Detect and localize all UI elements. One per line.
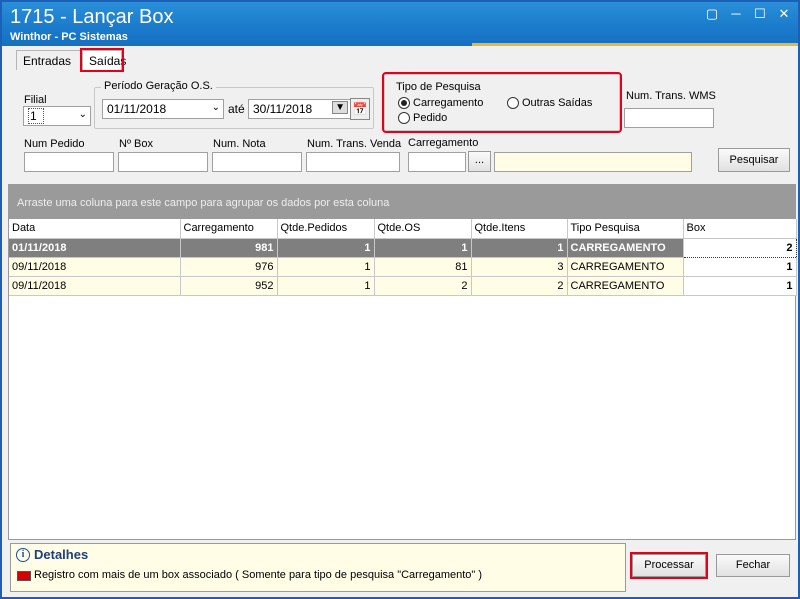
cell-qtde-pedidos[interactable]: 1	[277, 276, 375, 296]
date-to-value: 30/11/2018	[253, 102, 313, 116]
tipo-pesquisa-label: Tipo de Pesquisa	[396, 81, 481, 93]
filial-value: 1	[28, 108, 44, 124]
processar-button[interactable]: Processar	[630, 552, 708, 579]
periodo-label: Período Geração O.S.	[101, 80, 216, 92]
window-title: 1715 - Lançar Box	[10, 6, 174, 28]
chevron-down-icon[interactable]: ⌄	[79, 109, 87, 120]
chevron-down-icon[interactable]: ▼	[332, 101, 348, 114]
date-from-value: 01/11/2018	[107, 102, 167, 116]
radio-outras-label: Outras Saídas	[522, 97, 593, 109]
details-panel: i Detalhes Registro com mais de um box a…	[10, 543, 626, 592]
title-accent-line	[472, 43, 798, 46]
column-header-data[interactable]: Data	[9, 219, 181, 239]
cell-box[interactable]: 1	[683, 276, 797, 296]
num-nota-label: Num. Nota	[213, 138, 266, 150]
minimize-icon[interactable]: ─	[728, 7, 744, 21]
column-header-tipo-pesquisa[interactable]: Tipo Pesquisa	[567, 219, 684, 239]
cell-qtde-os[interactable]: 1	[374, 238, 472, 258]
details-title: Detalhes	[34, 547, 89, 562]
column-header-qtde-os[interactable]: Qtde.OS	[374, 219, 472, 239]
radio-off-icon	[398, 112, 410, 124]
date-to-input[interactable]: 30/11/2018 ▼	[248, 99, 352, 119]
radio-outras-saidas[interactable]: Outras Saídas	[507, 97, 592, 109]
cell-box[interactable]: 1	[683, 257, 797, 277]
legend-text: Registro com mais de um box associado ( …	[34, 569, 483, 581]
tab-entradas[interactable]: Entradas	[16, 50, 82, 70]
radio-pedido[interactable]: Pedido	[398, 112, 447, 124]
cell-box[interactable]: 2	[682, 237, 797, 258]
cell-qtde-os[interactable]: 81	[374, 257, 472, 277]
window-subtitle: Winthor - PC Sistemas	[10, 31, 128, 43]
tab-saidas[interactable]: Saídas	[80, 48, 126, 72]
carregamento-description	[494, 152, 692, 172]
maximize-icon[interactable]: ☐	[752, 7, 768, 21]
num-box-input[interactable]	[118, 152, 208, 172]
cell-carregamento[interactable]: 981	[180, 238, 278, 258]
cell-tipo-pesquisa[interactable]: CARREGAMENTO	[567, 276, 684, 296]
legend-swatch	[17, 571, 31, 581]
cell-data[interactable]: 01/11/2018	[9, 238, 181, 258]
results-grid: Arraste uma coluna para este campo para …	[8, 184, 797, 540]
radio-carregamento-label: Carregamento	[413, 97, 484, 109]
carregamento-label: Carregamento	[408, 137, 479, 149]
num-nota-input[interactable]	[212, 152, 302, 172]
title-bar: 1715 - Lançar Box Winthor - PC Sistemas …	[2, 2, 798, 46]
cell-tipo-pesquisa[interactable]: CARREGAMENTO	[567, 238, 684, 258]
chevron-down-icon[interactable]: ⌄	[212, 102, 220, 113]
header-row: Data Carregamento Qtde.Pedidos Qtde.OS Q…	[9, 219, 797, 239]
column-header-box[interactable]: Box	[683, 219, 797, 239]
table-row[interactable]: 09/11/2018 976 1 81 3 CARREGAMENTO 1	[9, 257, 797, 277]
date-from-input[interactable]: 01/11/2018 ⌄	[102, 99, 224, 119]
cell-carregamento[interactable]: 952	[180, 276, 278, 296]
cell-qtde-itens[interactable]: 1	[471, 238, 568, 258]
num-pedido-label: Num Pedido	[24, 138, 85, 150]
cell-qtde-pedidos[interactable]: 1	[277, 257, 375, 277]
table-row[interactable]: 01/11/2018 981 1 1 1 CARREGAMENTO 2	[9, 237, 797, 258]
radio-on-icon	[398, 97, 410, 109]
group-by-area[interactable]: Arraste uma coluna para este campo para …	[9, 185, 795, 219]
cell-qtde-pedidos[interactable]: 1	[277, 238, 375, 258]
num-box-label: Nº Box	[119, 138, 153, 150]
radio-carregamento[interactable]: Carregamento	[398, 97, 483, 109]
column-header-qtde-pedidos[interactable]: Qtde.Pedidos	[277, 219, 375, 239]
close-icon[interactable]: ✕	[776, 7, 792, 21]
calendar-icon[interactable]: 📅	[350, 98, 370, 120]
carregamento-input[interactable]	[408, 152, 466, 172]
cell-qtde-itens[interactable]: 2	[471, 276, 568, 296]
cell-data[interactable]: 09/11/2018	[9, 257, 181, 277]
column-header-qtde-itens[interactable]: Qtde.Itens	[471, 219, 568, 239]
radio-pedido-label: Pedido	[413, 112, 448, 124]
fechar-button[interactable]: Fechar	[716, 554, 790, 577]
main-window: 1715 - Lançar Box Winthor - PC Sistemas …	[0, 0, 800, 599]
cell-tipo-pesquisa[interactable]: CARREGAMENTO	[567, 257, 684, 277]
table-row[interactable]: 09/11/2018 952 1 2 2 CARREGAMENTO 1	[9, 276, 797, 296]
restore-icon[interactable]: ▢	[704, 7, 720, 21]
filter-panel: Filial 1 ⌄ Período Geração O.S. 01/11/20…	[8, 70, 792, 180]
pesquisar-button[interactable]: Pesquisar	[718, 148, 790, 172]
cell-qtde-itens[interactable]: 3	[471, 257, 568, 277]
ate-label: até	[228, 102, 245, 116]
column-header-carregamento[interactable]: Carregamento	[180, 219, 278, 239]
cell-qtde-os[interactable]: 2	[374, 276, 472, 296]
num-trans-venda-input[interactable]	[306, 152, 400, 172]
carregamento-lookup-button[interactable]: ...	[468, 151, 491, 172]
radio-off-icon	[507, 97, 519, 109]
filial-select[interactable]: 1 ⌄	[23, 106, 91, 126]
cell-carregamento[interactable]: 976	[180, 257, 278, 277]
results-table: Data Carregamento Qtde.Pedidos Qtde.OS Q…	[9, 219, 797, 296]
num-trans-wms-input[interactable]	[624, 108, 714, 128]
cell-data[interactable]: 09/11/2018	[9, 276, 181, 296]
info-icon: i	[16, 548, 30, 562]
num-pedido-input[interactable]	[24, 152, 114, 172]
num-trans-wms-label: Num. Trans. WMS	[626, 90, 716, 102]
filial-label: Filial	[24, 94, 47, 106]
num-trans-venda-label: Num. Trans. Venda	[307, 138, 402, 150]
